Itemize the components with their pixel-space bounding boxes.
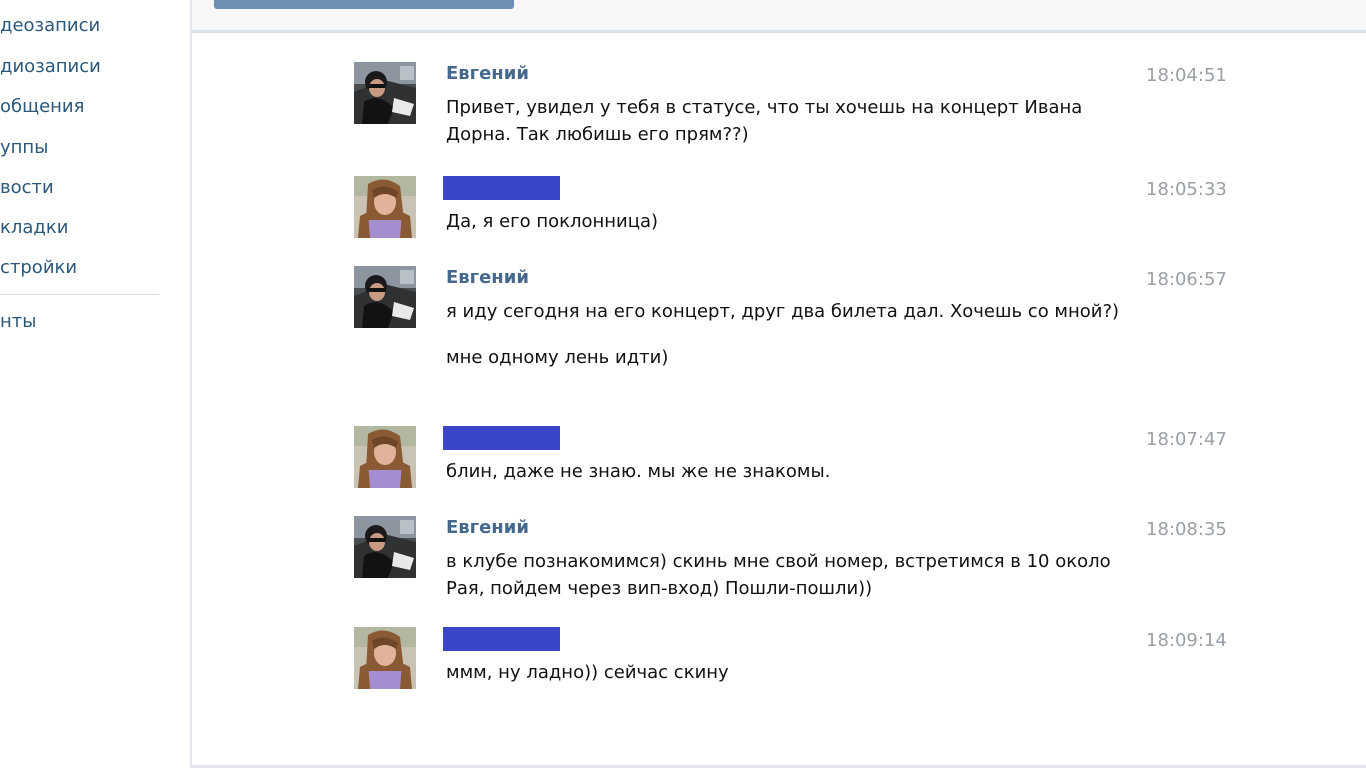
avatar[interactable] <box>354 627 416 689</box>
message-time: 18:08:35 <box>1146 519 1227 540</box>
message-author[interactable]: Евгений <box>446 62 529 86</box>
avatar[interactable] <box>354 176 416 238</box>
message-text: Привет, увидел у тебя в статусе, что ты … <box>446 94 1136 148</box>
message-paragraph: Привет, увидел у тебя в статусе, что ты … <box>446 97 1083 145</box>
message-time: 18:09:14 <box>1146 630 1227 651</box>
message-time: 18:04:51 <box>1146 65 1227 86</box>
message-author[interactable]: Евгений <box>446 266 529 290</box>
avatar-male-icon <box>354 266 416 328</box>
message-text: ммм, ну ладно)) сейчас скину <box>446 659 1136 686</box>
sidebar-item-label: уппы <box>0 137 49 158</box>
avatar[interactable] <box>354 266 416 328</box>
toolbar-button[interactable] <box>214 0 514 9</box>
sidebar-item-label: вости <box>0 177 54 198</box>
message-item: 18:09:14 ммм, ну ладно)) сейчас скину <box>354 627 1234 691</box>
avatar[interactable] <box>354 426 416 488</box>
message-time: 18:07:47 <box>1146 429 1227 450</box>
sidebar-item-label: кладки <box>0 217 69 238</box>
avatar-male-icon <box>354 516 416 578</box>
sidebar-item-messages[interactable]: общения <box>0 95 160 119</box>
avatar[interactable] <box>354 62 416 124</box>
sidebar-divider <box>0 294 159 295</box>
sidebar-item-videos[interactable]: деозаписи <box>0 14 160 38</box>
sidebar-item-apps[interactable]: нты <box>0 310 160 334</box>
message-text: блин, даже не знаю. мы же не знакомы. <box>446 458 1136 485</box>
message-item: 18:05:33 Да, я его поклонница) <box>354 176 1234 240</box>
sidebar-item-label: нты <box>0 311 37 332</box>
message-paragraph: в клубе познакомимся) скинь мне свой ном… <box>446 551 1111 599</box>
message-text: Да, я его поклонница) <box>446 208 1136 235</box>
message-paragraph: я иду сегодня на его концерт, друг два б… <box>446 301 1120 322</box>
sidebar-item-bookmarks[interactable]: кладки <box>0 216 160 240</box>
top-toolbar <box>192 0 1366 33</box>
message-paragraph: мне одному лень идти) <box>446 347 669 368</box>
avatar[interactable] <box>354 516 416 578</box>
message-item: 18:07:47 блин, даже не знаю. мы же не зн… <box>354 426 1234 490</box>
message-paragraph: ммм, ну ладно)) сейчас скину <box>446 662 729 683</box>
avatar-female-icon <box>354 176 416 238</box>
message-text: я иду сегодня на его концерт, друг два б… <box>446 298 1136 371</box>
avatar-female-icon <box>354 627 416 689</box>
sidebar-item-settings[interactable]: стройки <box>0 256 160 280</box>
message-time: 18:06:57 <box>1146 269 1227 290</box>
message-item: Евгений 18:08:35 в клубе познакомимся) с… <box>354 516 1234 606</box>
message-item: Евгений 18:04:51 Привет, увидел у тебя в… <box>354 62 1234 152</box>
author-name-masked[interactable] <box>443 426 560 450</box>
message-time: 18:05:33 <box>1146 179 1227 200</box>
message-paragraph: блин, даже не знаю. мы же не знакомы. <box>446 461 831 482</box>
sidebar-item-audio[interactable]: диозаписи <box>0 55 160 79</box>
message-text: в клубе познакомимся) скинь мне свой ном… <box>446 548 1136 602</box>
sidebar-item-news[interactable]: вости <box>0 176 160 200</box>
sidebar-item-label: деозаписи <box>0 15 101 36</box>
message-paragraph: Да, я его поклонница) <box>446 211 659 232</box>
sidebar-item-groups[interactable]: уппы <box>0 136 160 160</box>
message-item: Евгений 18:06:57 я иду сегодня на его ко… <box>354 266 1234 406</box>
page: деозаписи диозаписи общения уппы вости к… <box>0 0 1366 768</box>
sidebar-item-label: общения <box>0 96 85 117</box>
author-name-masked[interactable] <box>443 176 560 200</box>
left-sidebar: деозаписи диозаписи общения уппы вости к… <box>0 0 190 768</box>
author-name-masked[interactable] <box>443 627 560 651</box>
avatar-female-icon <box>354 426 416 488</box>
message-author[interactable]: Евгений <box>446 516 529 540</box>
avatar-male-icon <box>354 62 416 124</box>
sidebar-item-label: диозаписи <box>0 56 101 77</box>
message-history-panel: Евгений 18:04:51 Привет, увидел у тебя в… <box>190 0 1366 768</box>
sidebar-item-label: стройки <box>0 257 78 278</box>
